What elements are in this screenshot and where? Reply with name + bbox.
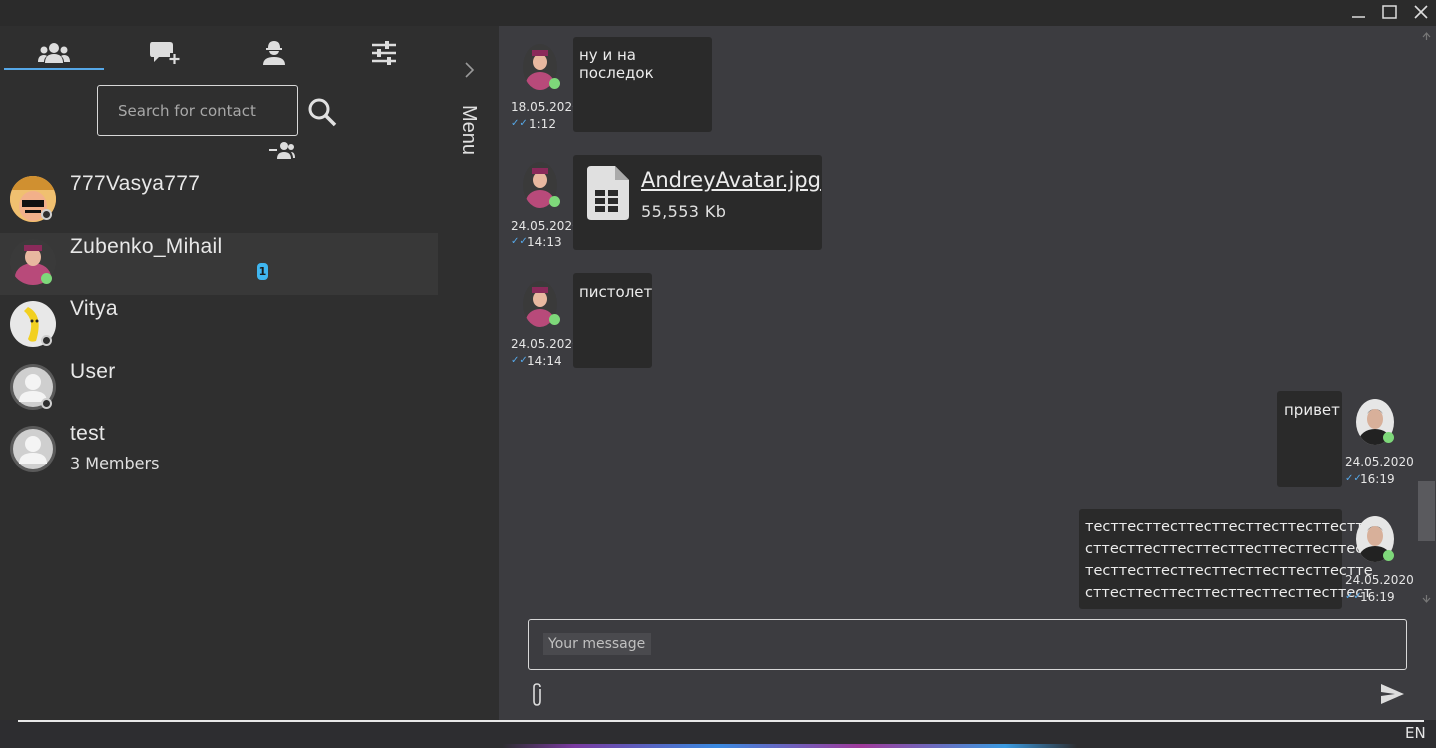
- contact-item[interactable]: 777Vasya777: [0, 170, 438, 232]
- status-bar: EN: [0, 720, 1436, 748]
- status-indicator: [549, 78, 560, 89]
- status-indicator: [41, 209, 52, 220]
- status-indicator: [549, 196, 560, 207]
- add-contact-icon: [269, 142, 295, 159]
- status-indicator: [1383, 550, 1394, 561]
- menu-panel: Menu: [440, 26, 499, 720]
- message-date: 18.05.2020: [511, 100, 580, 114]
- message-time: 14:13: [527, 235, 562, 249]
- search-box: [97, 85, 298, 136]
- read-check-icon: ✓✓: [511, 355, 528, 366]
- maximize-icon: [1382, 5, 1397, 19]
- file-icon: [587, 166, 629, 220]
- status-indicator: [41, 398, 52, 409]
- message-bubble: пистолет: [573, 273, 652, 368]
- contact-name: Zubenko_Mihail: [70, 235, 223, 258]
- maximize-button[interactable]: [1379, 4, 1401, 22]
- message-date: 24.05.2020: [511, 337, 580, 351]
- minimize-button[interactable]: [1348, 4, 1370, 22]
- message-time: 16:19: [1360, 472, 1395, 486]
- contact-members: 3 Members: [70, 454, 160, 473]
- status-indicator: [1383, 432, 1394, 443]
- message-date: 24.05.2020: [1345, 455, 1414, 469]
- message-time: 14:14: [527, 354, 562, 368]
- contact-item[interactable]: test 3 Members: [0, 420, 438, 482]
- message-text: ну и на последок: [579, 46, 654, 82]
- message-text-line: тесттесттесттесттесттесттесттестте: [1085, 519, 1373, 535]
- contact-name: Vitya: [70, 297, 118, 320]
- avatar: [10, 426, 56, 472]
- title-bar: [0, 0, 1436, 26]
- message-bubble: ну и на последок: [573, 37, 712, 132]
- send-icon: [1381, 684, 1404, 704]
- attach-button[interactable]: [528, 682, 546, 708]
- contacts-icon: [38, 43, 70, 63]
- message-text-line: сттесттесттесттесттесттесттесттест: [1085, 585, 1372, 601]
- unread-badge: 1: [257, 263, 268, 280]
- scroll-thumb[interactable]: [1418, 481, 1435, 541]
- search-icon: [308, 98, 337, 127]
- scroll-up-icon[interactable]: [1417, 29, 1436, 43]
- minimize-icon: [1352, 16, 1365, 18]
- user-icon: [263, 41, 285, 65]
- search-button[interactable]: [306, 96, 338, 128]
- tab-profile[interactable]: [224, 36, 324, 70]
- read-check-icon: ✓✓: [511, 236, 528, 247]
- message-text-line: сттесттесттесттесттесттесттесттест: [1085, 541, 1372, 557]
- message-text: привет: [1284, 401, 1340, 419]
- read-check-icon: ✓✓: [511, 118, 528, 129]
- expand-menu-button[interactable]: [462, 60, 476, 80]
- message-time: 1:12: [529, 117, 556, 131]
- chat-add-icon: [150, 42, 180, 64]
- contact-name: 777Vasya777: [70, 172, 201, 195]
- tab-new-chat[interactable]: [114, 36, 214, 70]
- paperclip-icon: [533, 683, 541, 706]
- contact-item[interactable]: Zubenko_Mihail 1: [0, 233, 438, 295]
- chat-scrollbar[interactable]: [1417, 26, 1436, 610]
- message-date: 24.05.2020: [1345, 573, 1414, 587]
- sidebar: 777Vasya777 Zubenko_Mihail 1 Vitya User …: [0, 26, 440, 720]
- menu-label[interactable]: Menu: [457, 105, 480, 155]
- message-text: пистолет: [579, 283, 653, 301]
- status-indicator: [549, 314, 560, 325]
- contact-name: test: [70, 422, 106, 445]
- taskbar-strip: [0, 744, 1436, 748]
- contact-item[interactable]: User: [0, 358, 438, 420]
- file-name-link[interactable]: AndreyAvatar.jpg: [641, 168, 821, 192]
- contact-item[interactable]: Vitya: [0, 295, 438, 357]
- message-box: [528, 619, 1407, 670]
- message-input[interactable]: [543, 633, 651, 655]
- chevron-right-icon: [465, 62, 475, 78]
- scroll-down-icon[interactable]: [1417, 592, 1436, 606]
- chat-panel: 18.05.2020 ✓✓ 1:12 ну и на последок 24.0…: [499, 26, 1436, 720]
- status-indicator: [41, 273, 52, 284]
- sliders-icon: [372, 41, 396, 65]
- divider-line: [18, 720, 1424, 722]
- message-text-line: тесттесттесттесттесттесттесттестте: [1085, 563, 1373, 579]
- message-bubble: тесттесттесттесттесттесттесттестте сттес…: [1079, 509, 1373, 609]
- send-button[interactable]: [1379, 682, 1405, 706]
- file-message-bubble[interactable]: AndreyAvatar.jpg 55,553 Kb: [573, 155, 822, 250]
- language-indicator[interactable]: EN: [1405, 724, 1426, 742]
- file-size: 55,553 Kb: [641, 202, 727, 221]
- close-button[interactable]: [1410, 4, 1432, 22]
- message-bubble: привет: [1277, 391, 1342, 487]
- message-date: 24.05.2020: [511, 219, 580, 233]
- active-tab-indicator: [4, 68, 104, 70]
- status-indicator: [41, 335, 52, 346]
- add-contact-button[interactable]: [268, 139, 296, 161]
- search-input[interactable]: [98, 86, 297, 135]
- message-time: 16:19: [1360, 590, 1395, 604]
- tab-settings[interactable]: [334, 36, 434, 70]
- close-icon: [1414, 5, 1428, 19]
- tab-contacts[interactable]: [4, 36, 104, 70]
- contact-name: User: [70, 360, 116, 383]
